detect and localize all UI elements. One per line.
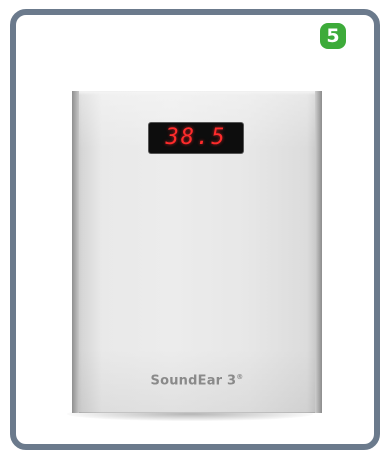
brand-model: 3 (227, 373, 237, 389)
registered-mark: ® (236, 373, 244, 381)
device-right-edge (315, 91, 322, 413)
brand-logo: SoundEar 3® (72, 373, 322, 388)
decibel-display: 38.5 (149, 123, 243, 153)
brand-name: SoundEar (150, 373, 223, 389)
decibel-readout: 38.5 (165, 125, 227, 150)
device-left-edge (72, 91, 79, 413)
soundear-device: 38.5 SoundEar 3® (72, 91, 322, 413)
device-top-highlight (72, 91, 322, 95)
step-number-badge: 5 (320, 23, 346, 49)
